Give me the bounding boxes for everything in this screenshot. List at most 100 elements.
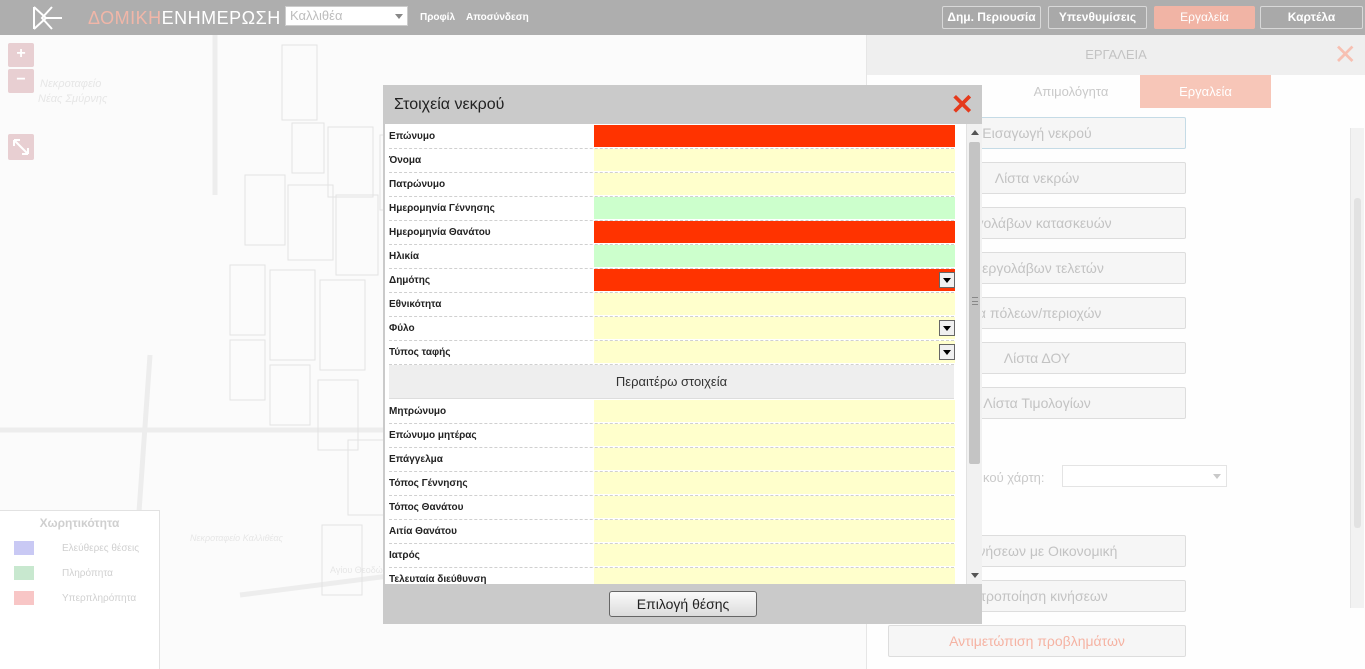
birth-date-field[interactable]: [594, 197, 955, 219]
close-icon[interactable]: ✕: [1334, 41, 1357, 69]
brand-part-2: ΕΝΗΜΕΡΩΣΗ: [161, 8, 281, 28]
panel-scrollbar[interactable]: [1350, 128, 1364, 608]
gender-select[interactable]: [594, 317, 955, 339]
deathplace-field[interactable]: [594, 496, 955, 518]
tools-panel-title: ΕΡΓΑΛΕΙΑ: [867, 35, 1365, 75]
expand-arrows-icon: [13, 139, 29, 155]
field-label: Ημερομηνία Γέννησης: [389, 203, 495, 214]
tab-card-button[interactable]: Καρτέλα: [1260, 6, 1363, 29]
logout-link[interactable]: Αποσύνδεση: [466, 12, 529, 23]
map-select[interactable]: [1062, 465, 1227, 487]
scrollbar-thumb[interactable]: [1354, 198, 1361, 528]
legend-item: Ελεύθερες θέσεις: [14, 541, 154, 557]
field-label: Τόπος Θανάτου: [389, 502, 464, 513]
city-select[interactable]: Καλλιθέα: [285, 6, 408, 26]
profile-link[interactable]: Προφίλ: [420, 12, 455, 23]
legend-item: Υπερπληρόπητα: [14, 591, 154, 607]
legend-swatch-free: [14, 541, 34, 555]
form-row-nationality: Εθνικότητα: [389, 293, 955, 317]
form-row-citizen: Δημότης: [389, 269, 955, 293]
map-select-label: κού χάρτη:: [983, 470, 1045, 485]
dropdown-arrow-icon[interactable]: [939, 344, 955, 360]
legend-swatch-overfull: [14, 591, 34, 605]
reminders-button[interactable]: Υπενθυμίσεις: [1048, 6, 1147, 29]
form-row-birthdate: Ημερομηνία Γέννησης: [389, 197, 955, 221]
chevron-down-icon: [1213, 474, 1221, 479]
troubleshooting-button[interactable]: Αντιμετώπιση προβλημάτων: [888, 625, 1186, 657]
form-row-last-address: Τελευταία διεύθυνση: [389, 568, 955, 584]
field-label: Τελευταία διεύθυνση: [389, 574, 487, 584]
field-label: Ιατρός: [389, 550, 420, 561]
legend-item: Πληρόπητα: [14, 566, 154, 582]
death-cause-field[interactable]: [594, 520, 955, 542]
age-field[interactable]: [594, 245, 955, 267]
form-row-deathdate: Ημερομηνία Θανάτου: [389, 221, 955, 245]
dialog-scrollbar[interactable]: [966, 124, 982, 584]
municipal-property-button[interactable]: Δημ. Περιουσία: [942, 6, 1041, 29]
tab-unbilled[interactable]: Απιμολόγητα: [1003, 75, 1139, 108]
scroll-up-icon[interactable]: [971, 130, 979, 135]
dropdown-arrow-icon[interactable]: [939, 320, 955, 336]
dropdown-arrow-icon[interactable]: [939, 272, 955, 288]
form-row-fathername: Πατρώνυμο: [389, 173, 955, 197]
field-label: Ημερομηνία Θανάτου: [389, 227, 491, 238]
logo-icon: [33, 6, 62, 30]
legend-label: Πληρόπητα: [62, 568, 113, 579]
field-label: Τόπος Γέννησης: [389, 478, 468, 489]
form-row-name: Όνομα: [389, 149, 955, 173]
form-row-mothername: Μητρώνυμο: [389, 400, 955, 424]
birthplace-field[interactable]: [594, 472, 955, 494]
dialog-title: Στοιχεία νεκρού: [394, 96, 505, 113]
brand-part-1: ΔΟΜΙΚΗ: [88, 8, 162, 28]
form-row-burial-type: Τύπος ταφής: [389, 341, 955, 365]
burial-type-select[interactable]: [594, 341, 955, 363]
legend-swatch-full: [14, 566, 34, 580]
fullscreen-button[interactable]: [8, 134, 34, 160]
father-name-field[interactable]: [594, 173, 955, 195]
field-label: Μητρώνυμο: [389, 406, 447, 417]
scrollbar-thumb[interactable]: [969, 142, 980, 464]
doctor-field[interactable]: [594, 544, 955, 566]
field-label: Εθνικότητα: [389, 299, 442, 310]
map-label-cemetery: Νεκροταφείο: [40, 78, 102, 90]
field-label: Φύλο: [389, 323, 415, 334]
chevron-down-icon: [395, 14, 403, 19]
city-select-value: Καλλιθέα: [290, 8, 343, 23]
dialog-form: Επώνυμο Όνομα Πατρώνυμο Ημερομηνία Γέννη…: [385, 124, 966, 584]
legend-label: Υπερπληρόπητα: [62, 593, 137, 604]
nationality-field[interactable]: [594, 293, 955, 315]
scroll-down-icon[interactable]: [971, 573, 979, 578]
map-label-area: Νέας Σμύρνης: [38, 93, 108, 105]
surname-field[interactable]: [594, 125, 955, 147]
field-label: Επώνυμο: [389, 131, 436, 142]
tab-tools[interactable]: Εργαλεία: [1140, 75, 1271, 108]
field-label: Επάγγελμα: [389, 454, 443, 465]
brand-name: ΔΟΜΙΚΗΕΝΗΜΕΡΩΣΗ: [88, 8, 281, 29]
form-row-age: Ηλικία: [389, 245, 955, 269]
death-date-field[interactable]: [594, 221, 955, 243]
form-row-mother-surname: Επώνυμο μητέρας: [389, 424, 955, 448]
mother-surname-field[interactable]: [594, 424, 955, 446]
citizen-select[interactable]: [594, 269, 955, 291]
occupation-field[interactable]: [594, 448, 955, 470]
mother-name-field[interactable]: [594, 400, 955, 422]
field-label: Ηλικία: [389, 251, 420, 262]
field-label: Αιτία Θανάτου: [389, 526, 457, 537]
tools-button[interactable]: Εργαλεία: [1154, 6, 1255, 29]
zoom-out-button[interactable]: −: [8, 69, 34, 93]
choose-position-button[interactable]: Επιλογή θέσης: [609, 591, 757, 617]
form-row-death-cause: Αιτία Θανάτου: [389, 520, 955, 544]
form-row-surname: Επώνυμο: [389, 125, 955, 149]
form-row-birthplace: Τόπος Γέννησης: [389, 472, 955, 496]
top-bar: ΔΟΜΙΚΗΕΝΗΜΕΡΩΣΗ Καλλιθέα Προφίλ Αποσύνδε…: [0, 0, 1365, 35]
last-address-field[interactable]: [594, 568, 955, 584]
deceased-details-dialog: Στοιχεία νεκρού ✕ Επώνυμο Όνομα Πατρώνυμ…: [383, 85, 982, 624]
zoom-in-button[interactable]: +: [8, 43, 34, 67]
grip-icon: [972, 297, 978, 305]
field-label: Δημότης: [389, 275, 431, 286]
close-icon[interactable]: ✕: [951, 91, 974, 119]
form-row-occupation: Επάγγελμα: [389, 448, 955, 472]
field-label: Τύπος ταφής: [389, 347, 451, 358]
name-field[interactable]: [594, 149, 955, 171]
form-row-gender: Φύλο: [389, 317, 955, 341]
